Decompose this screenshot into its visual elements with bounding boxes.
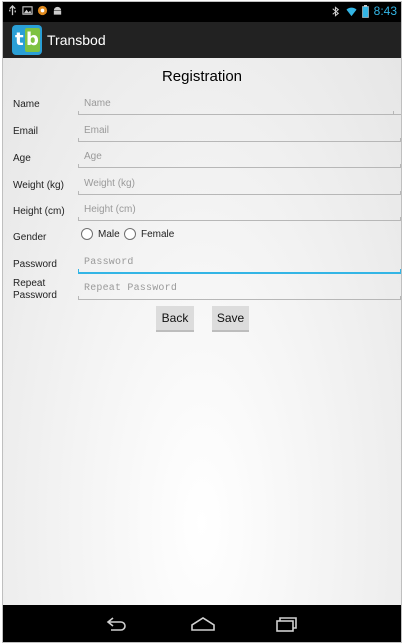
page-title: Registration [161,68,243,85]
navigation-bar [3,605,401,642]
save-button[interactable]: Save [212,306,249,332]
app-logo[interactable]: t b [12,25,42,55]
repeat-password-field-edge [400,296,401,300]
height-input[interactable] [78,199,401,221]
wifi-icon [346,7,357,16]
weight-input[interactable] [78,173,401,195]
password-input[interactable] [78,252,401,274]
name-row: Name [3,93,401,119]
female-radio[interactable] [124,228,136,240]
password-row: Password [3,252,401,278]
status-bar: 8:43 [3,2,401,22]
age-input[interactable] [78,146,401,168]
repeat-password-label: Repeat Password [13,278,57,302]
gender-label: Gender [13,232,47,243]
age-field-edge [400,164,401,168]
recent-apps-icon[interactable] [275,616,299,632]
weight-field-edge [78,191,79,195]
battery-icon [361,4,369,18]
password-field-edge [78,269,79,273]
repeat-password-field-edge [78,296,79,300]
password-label: Password [13,259,57,270]
height-label: Height (cm) [13,206,65,217]
repeat-password-label-line2: Password [13,290,57,301]
usb-icon [9,5,16,16]
name-label: Name [13,99,40,110]
female-radio-label[interactable]: Female [141,229,174,240]
height-field-edge [400,217,401,221]
height-field-edge [78,217,79,221]
repeat-password-label-line1: Repeat [13,278,46,289]
weight-label: Weight (kg) [13,180,64,191]
name-input[interactable] [78,93,401,115]
logo-letter-t: t [15,29,24,50]
app-title: Transbod [47,32,106,48]
action-bar: t b Transbod [3,22,401,58]
repeat-password-input[interactable] [78,278,401,300]
email-input[interactable] [78,120,401,142]
home-icon[interactable] [190,616,216,632]
height-row: Height (cm) [3,199,401,225]
name-field-edge [78,111,79,115]
bluetooth-icon [332,5,339,17]
age-field-edge [78,164,79,168]
device-screen: 8:43 t b Transbod Registration Name Emai… [2,1,402,643]
logo-letter-b: b [25,28,40,52]
email-field-edge [400,138,401,142]
age-label: Age [13,153,31,164]
email-row: Email [3,120,401,146]
image-icon [22,6,33,15]
registration-form: Registration Name Email Age Weight (kg) [3,58,401,605]
name-field-edge [393,111,394,115]
password-field-edge [400,269,401,273]
age-row: Age [3,146,401,172]
clock: 8:43 [373,4,397,18]
back-button[interactable]: Back [156,306,194,332]
weight-row: Weight (kg) [3,173,401,199]
gender-row: Gender Male Female [3,226,401,252]
male-radio[interactable] [81,228,93,240]
weight-field-edge [400,191,401,195]
email-field-edge [78,138,79,142]
android-icon [53,6,62,15]
email-label: Email [13,126,39,137]
back-icon[interactable] [105,616,129,632]
repeat-password-row: Repeat Password [3,278,401,308]
app-notification-icon [37,5,48,16]
male-radio-label[interactable]: Male [98,229,120,240]
